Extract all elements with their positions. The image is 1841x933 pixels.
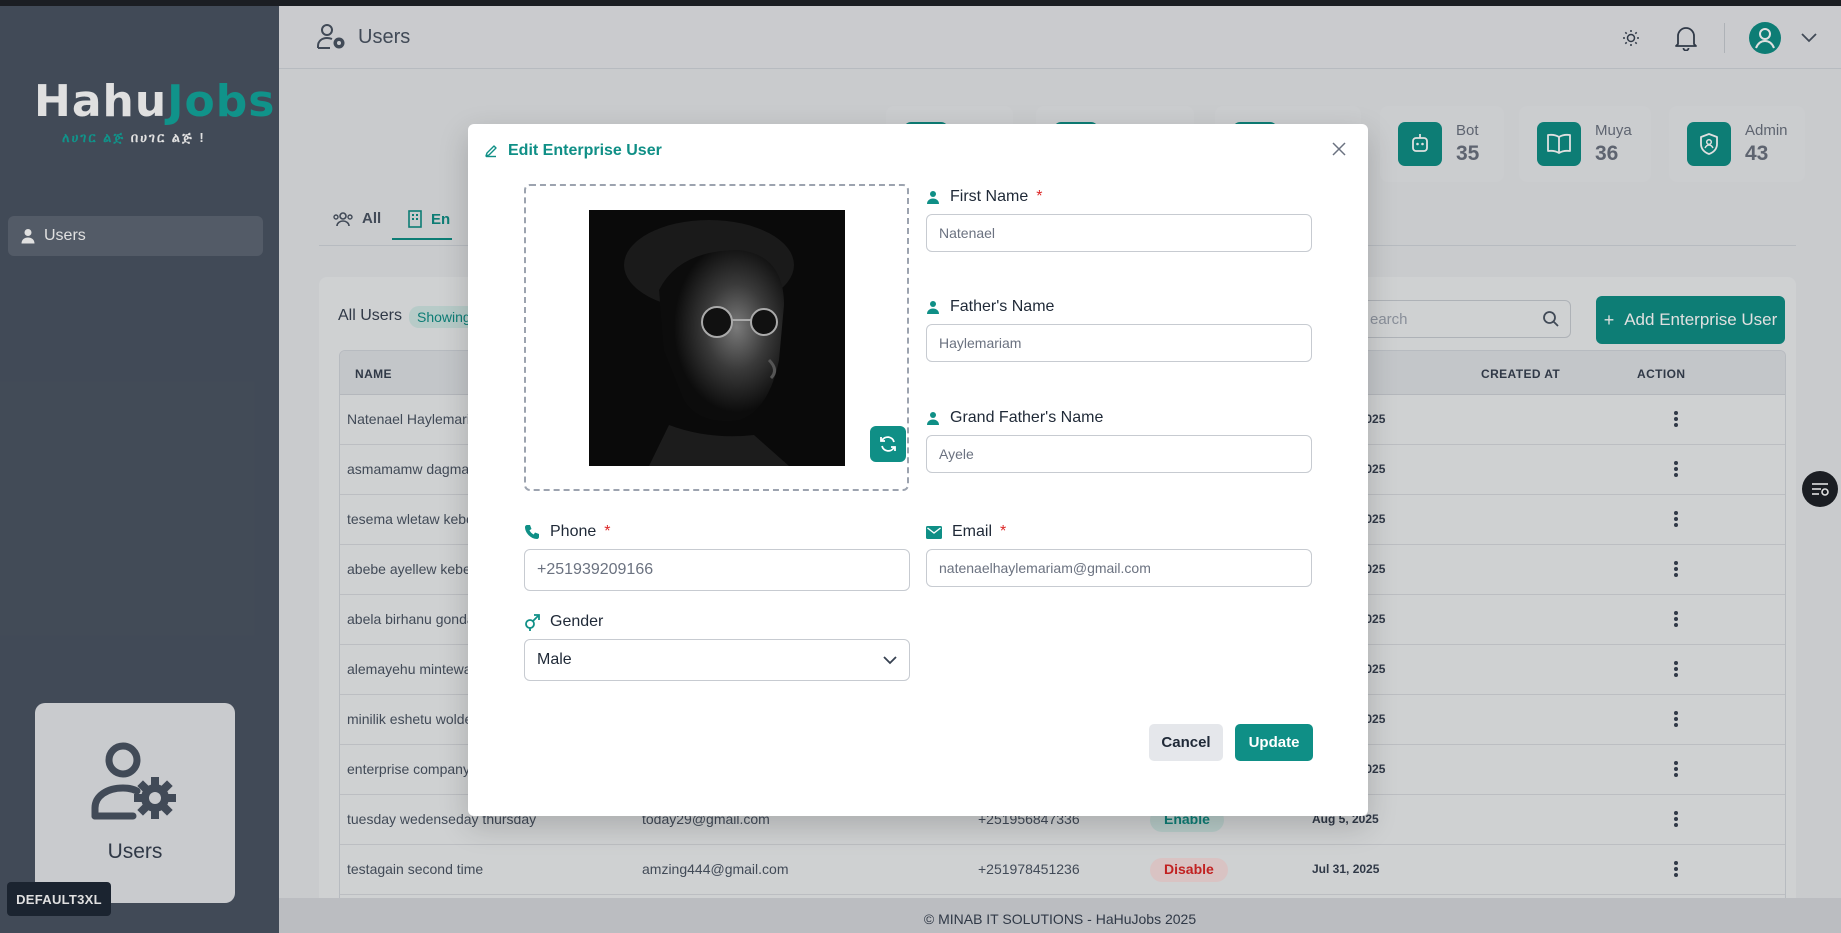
person-icon	[927, 301, 939, 314]
mail-icon	[926, 525, 942, 539]
chevron-down-icon	[883, 655, 897, 664]
grand-father-name-field: Grand Father's Name Ayele	[926, 407, 1312, 473]
grand-father-name-input[interactable]: Ayele	[926, 435, 1312, 473]
photo-upload-area[interactable]	[524, 184, 909, 491]
profile-photo	[589, 210, 845, 466]
phone-input[interactable]: +251939209166	[524, 549, 910, 591]
cancel-button[interactable]: Cancel	[1149, 724, 1223, 761]
field-label: Grand Father's Name	[950, 409, 1104, 426]
required-marker: *	[604, 523, 611, 540]
close-icon[interactable]	[1332, 142, 1346, 156]
gender-field: Gender Male	[524, 611, 910, 681]
gender-icon	[525, 614, 540, 631]
field-label: Father's Name	[950, 298, 1055, 315]
field-label: Gender	[550, 613, 604, 630]
phone-icon	[525, 525, 539, 539]
update-button[interactable]: Update	[1235, 724, 1313, 761]
phone-field: Phone * +251939209166	[524, 521, 910, 591]
father-name-input[interactable]: Haylemariam	[926, 324, 1312, 362]
required-marker: *	[1000, 523, 1007, 540]
field-label: Phone	[550, 523, 597, 540]
gender-select[interactable]: Male	[524, 639, 910, 681]
person-icon	[927, 191, 939, 204]
email-field: Email * natenaelhaylemariam@gmail.com	[926, 521, 1312, 587]
modal-title: Edit Enterprise User	[484, 142, 662, 160]
pencil-icon	[485, 145, 497, 158]
first-name-field: First Name * Natenael	[926, 186, 1312, 252]
person-icon	[927, 412, 939, 425]
first-name-input[interactable]: Natenael	[926, 214, 1312, 252]
field-label: First Name	[950, 188, 1029, 205]
modal-title-text: Edit Enterprise User	[508, 142, 662, 159]
field-label: Email	[952, 523, 993, 540]
father-name-field: Father's Name Haylemariam	[926, 296, 1312, 362]
edit-enterprise-user-dialog: Edit Enterprise User First Name * Natena…	[468, 124, 1368, 816]
gender-selected-value: Male	[537, 651, 572, 668]
email-input[interactable]: natenaelhaylemariam@gmail.com	[926, 549, 1312, 587]
change-photo-button[interactable]	[870, 426, 906, 462]
required-marker: *	[1036, 188, 1043, 205]
refresh-icon	[880, 436, 896, 452]
